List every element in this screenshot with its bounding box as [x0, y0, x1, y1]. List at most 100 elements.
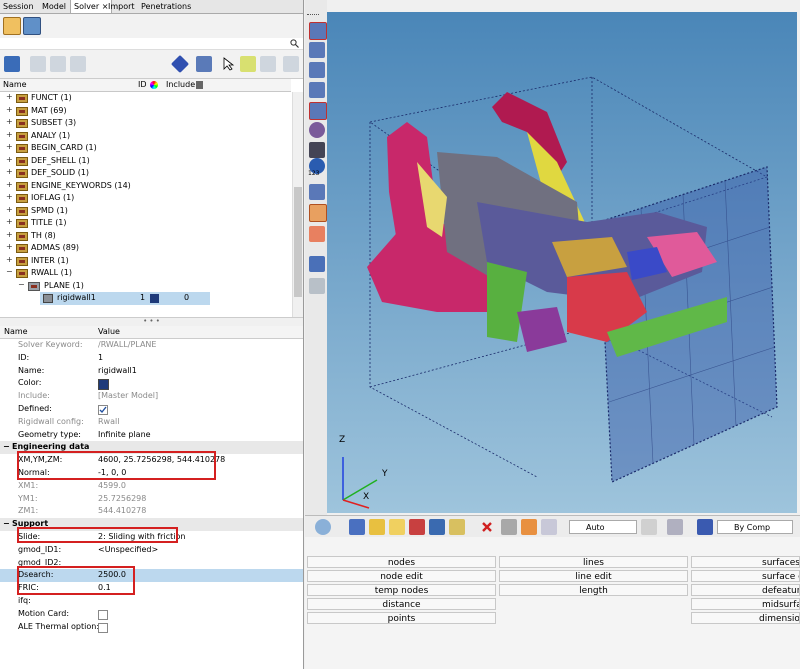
tree-item[interactable]: + BEGIN_CARD (1) [0, 142, 291, 155]
style-icon[interactable] [667, 519, 683, 535]
prop-row[interactable]: Motion Card: [0, 608, 303, 621]
tree-item[interactable]: + MAT (69) [0, 105, 291, 118]
tree-column-id[interactable]: ID [138, 79, 147, 91]
tree-item[interactable]: + ADMAS (89) [0, 242, 291, 255]
collector-icon[interactable] [349, 519, 365, 535]
expand-icon[interactable]: + [6, 243, 13, 251]
tree-item-selected[interactable]: rigidwall1 1 0 [40, 292, 210, 305]
prop-row[interactable]: Color: [0, 377, 303, 391]
prop-row[interactable]: ID: 1 [0, 352, 303, 365]
show-plus-minus-icon[interactable] [260, 56, 276, 72]
tree-item[interactable]: + ENGINE_KEYWORDS (14) [0, 180, 291, 193]
binoculars-icon[interactable] [309, 142, 325, 158]
collapse-icon[interactable]: − [6, 268, 13, 276]
tree-item[interactable]: + DEF_SOLID (1) [0, 167, 291, 180]
midsurface-button[interactable]: midsurface [691, 598, 800, 610]
tree-scrollbar[interactable] [292, 92, 303, 317]
prop-row[interactable]: Defined: [0, 403, 303, 416]
tree-item[interactable]: + TITLE (1) [0, 217, 291, 230]
tree-item[interactable]: + ANALY (1) [0, 130, 291, 143]
import-icon[interactable] [409, 519, 425, 535]
expand-icon[interactable]: + [6, 118, 13, 126]
edit-icon[interactable] [240, 56, 256, 72]
defined-checkbox[interactable] [98, 405, 108, 415]
isolate-icon[interactable] [70, 56, 86, 72]
prop-row[interactable]: Geometry type: Infinite plane [0, 429, 303, 442]
color-by-dropdown[interactable]: By Comp [717, 520, 793, 534]
folder-view-icon[interactable] [3, 17, 21, 35]
prop-row[interactable]: gmod_ID1: <Unspecified> [0, 544, 303, 557]
search-bar[interactable] [0, 38, 303, 50]
view-icon[interactable] [309, 22, 327, 40]
expand-icon[interactable]: + [6, 130, 13, 138]
defeature-button[interactable]: defeature [691, 584, 800, 596]
entity-view-icon[interactable] [4, 56, 20, 72]
tree-item[interactable]: + SPMD (1) [0, 205, 291, 218]
mask-icon[interactable] [501, 519, 517, 535]
tools-icon[interactable] [449, 519, 465, 535]
component-icon[interactable] [369, 519, 385, 535]
abc-clear-icon[interactable] [309, 226, 325, 242]
cube-icon[interactable] [170, 54, 190, 74]
hide-icon[interactable] [50, 56, 66, 72]
temp-nodes-button[interactable]: temp nodes [307, 584, 496, 596]
tree-item[interactable]: + TH (8) [0, 230, 291, 243]
car-model[interactable] [367, 92, 727, 357]
tab-import[interactable]: Import [105, 0, 138, 13]
shape-icon[interactable] [641, 519, 657, 535]
organize-icon[interactable] [521, 519, 537, 535]
tree-item[interactable]: + INTER (1) [0, 255, 291, 268]
expand-icon[interactable]: + [6, 155, 13, 163]
display-auto-dropdown[interactable]: Auto [569, 520, 637, 534]
expand-icon[interactable]: + [6, 105, 13, 113]
numbering-label[interactable]: 123 [308, 170, 319, 177]
line-edit-button[interactable]: line edit [499, 570, 688, 582]
abc-label-icon[interactable] [309, 204, 327, 222]
model-render[interactable] [327, 12, 797, 513]
cursor-icon[interactable] [223, 57, 235, 71]
dimensioning-button[interactable]: dimensioning [691, 612, 800, 624]
node-edit-button[interactable]: node edit [307, 570, 496, 582]
length-button[interactable]: length [499, 584, 688, 596]
clip-icon[interactable] [309, 122, 325, 138]
collapse-icon[interactable]: − [3, 441, 10, 454]
prop-row[interactable]: ifq: [0, 595, 303, 608]
delete-icon[interactable] [481, 521, 493, 533]
prop-value[interactable]: rigidwall1 [98, 365, 137, 378]
display-mode-icon[interactable] [196, 56, 212, 72]
iso-view-icon[interactable] [309, 102, 327, 120]
distance-button[interactable]: distance [307, 598, 496, 610]
id-display-icon[interactable] [309, 184, 325, 200]
nodes-button[interactable]: nodes [307, 556, 496, 568]
rotate-icon[interactable] [315, 519, 331, 535]
surfaces-button[interactable]: surfaces [691, 556, 800, 568]
mesh-icon[interactable] [309, 278, 325, 294]
expand-icon[interactable]: + [6, 143, 13, 151]
front-view-icon[interactable] [309, 42, 325, 58]
tree-item[interactable]: − PLANE (1) [0, 280, 291, 293]
show-icon[interactable] [30, 56, 46, 72]
prop-row[interactable]: ALE Thermal option: [0, 621, 303, 634]
search-icon[interactable] [290, 39, 299, 48]
shade-icon[interactable] [309, 256, 325, 272]
side-view-icon[interactable] [309, 62, 325, 78]
tree-item[interactable]: + DEF_SHELL (1) [0, 155, 291, 168]
color-mode-icon[interactable] [697, 519, 713, 535]
export-icon[interactable] [429, 519, 445, 535]
expand-icon[interactable]: + [6, 168, 13, 176]
tree-column-name[interactable]: Name [3, 79, 27, 91]
color-swatch[interactable] [150, 294, 159, 303]
expand-icon[interactable]: + [6, 193, 13, 201]
graphics-viewport[interactable]: Z Y X [327, 12, 797, 513]
expand-icon[interactable]: + [6, 205, 13, 213]
points-button[interactable]: points [307, 612, 496, 624]
prop-value[interactable]: 1 [98, 352, 103, 365]
tab-session[interactable]: Session [0, 0, 37, 13]
tree-column-include[interactable]: Include [166, 79, 195, 91]
import-view-icon[interactable] [23, 17, 41, 35]
expand-icon[interactable]: + [6, 218, 13, 226]
top-view-icon[interactable] [309, 82, 325, 98]
tab-penetrations[interactable]: Penetrations [138, 0, 194, 13]
tree-item[interactable]: + SUBSET (3) [0, 117, 291, 130]
show-one-icon[interactable] [283, 56, 299, 72]
